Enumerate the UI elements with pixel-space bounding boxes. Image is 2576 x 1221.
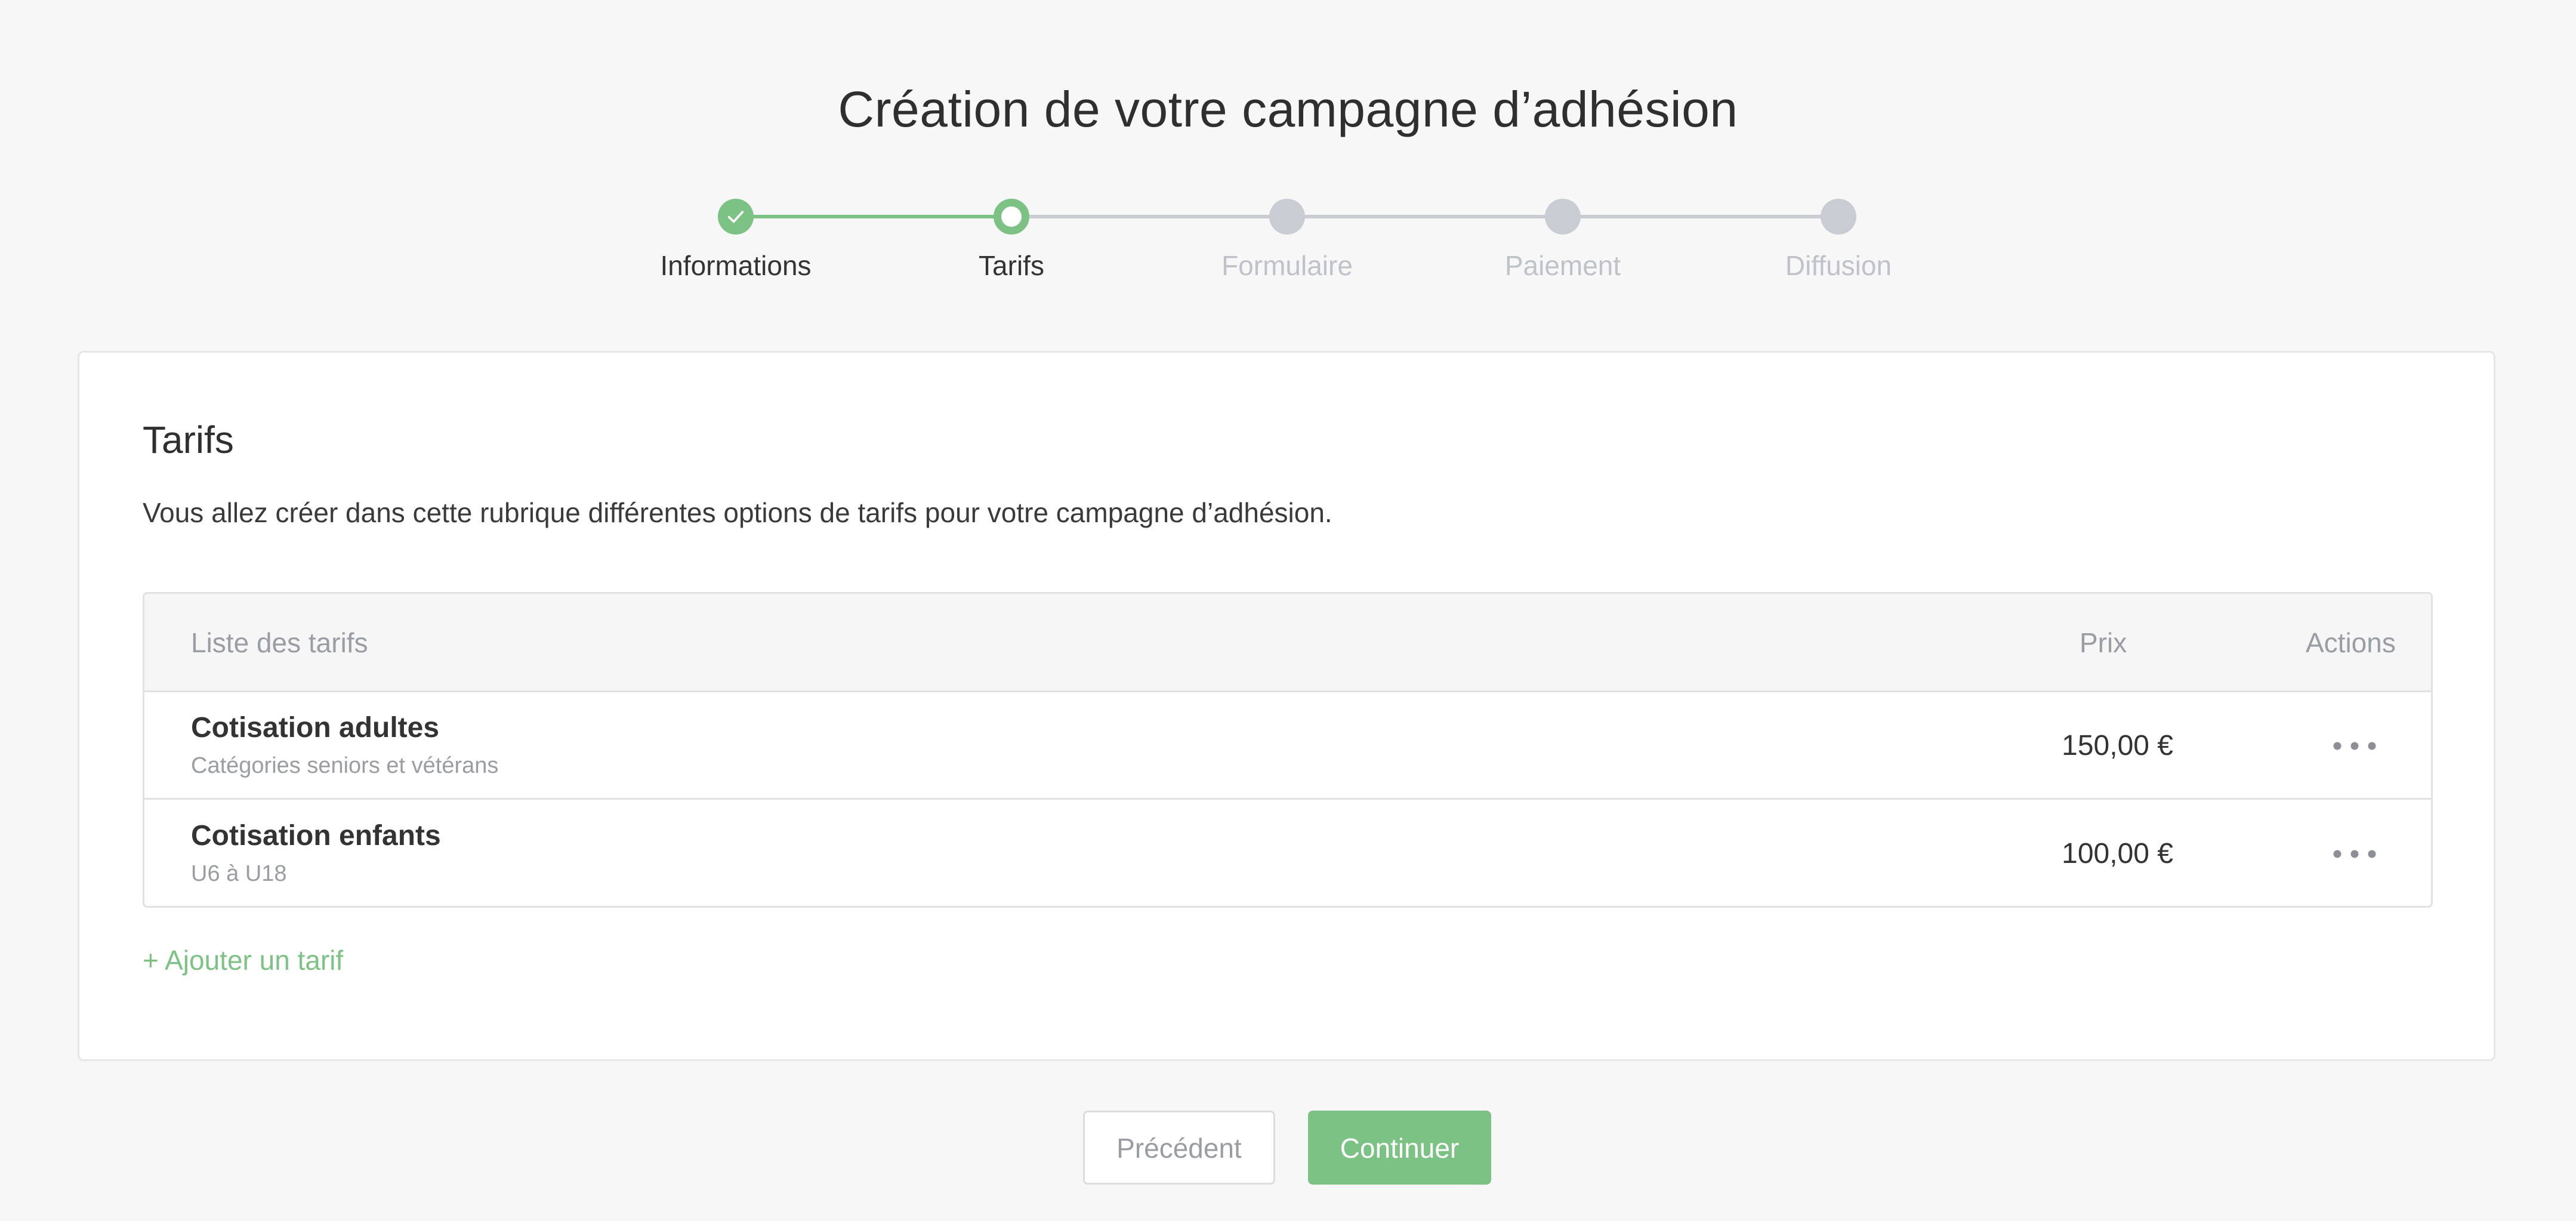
previous-button[interactable]: Précédent (1083, 1111, 1275, 1185)
row-actions-button[interactable] (2307, 728, 2402, 764)
step-informations-label[interactable]: Informations (616, 248, 855, 283)
column-header-name: Liste des tarifs (191, 627, 368, 658)
tarif-subtitle: U6 à U18 (191, 861, 287, 886)
column-header-actions: Actions (2306, 627, 2396, 658)
tarif-price: 150,00 € (2062, 730, 2173, 761)
stepper-connector (1287, 215, 1563, 218)
step-tarifs-marker[interactable] (994, 199, 1029, 235)
progress-stepper: Informations Tarifs Formulaire Paiement … (0, 0, 2576, 298)
step-paiement-marker (1545, 199, 1581, 235)
tarifs-table: Liste des tarifs Prix Actions Cotisation… (143, 592, 2433, 908)
step-diffusion-marker (1821, 199, 1856, 235)
step-formulaire-marker (1269, 199, 1305, 235)
tarif-name: Cotisation enfants (191, 820, 441, 852)
check-icon (727, 211, 744, 223)
section-title: Tarifs (143, 418, 234, 461)
step-informations-marker[interactable] (718, 199, 754, 235)
tarif-name: Cotisation adultes (191, 712, 440, 744)
stepper-connector (1563, 215, 1838, 218)
tarif-subtitle: Catégories seniors et vétérans (191, 753, 499, 778)
tarifs-card: Tarifs Vous allez créer dans cette rubri… (78, 351, 2495, 1061)
table-header: Liste des tarifs Prix Actions (144, 594, 2431, 692)
step-diffusion-label: Diffusion (1785, 250, 1892, 281)
tarif-price: 100,00 € (2062, 838, 2173, 870)
table-row: Cotisation enfants U6 à U18 100,00 € (144, 800, 2431, 906)
stepper-connector-done (736, 215, 1011, 218)
row-actions-button[interactable] (2307, 836, 2402, 872)
stepper-connector (1011, 215, 1287, 218)
section-description: Vous allez créer dans cette rubrique dif… (143, 497, 1332, 528)
continue-button[interactable]: Continuer (1308, 1111, 1491, 1185)
more-horizontal-icon (2333, 742, 2376, 750)
column-header-price: Prix (2080, 627, 2127, 658)
step-paiement-label: Paiement (1504, 250, 1621, 281)
add-tarif-link[interactable]: + Ajouter un tarif (143, 942, 343, 978)
step-tarifs-label[interactable]: Tarifs (892, 248, 1131, 283)
step-formulaire-label: Formulaire (1221, 250, 1353, 281)
more-horizontal-icon (2333, 850, 2376, 858)
table-row: Cotisation adultes Catégories seniors et… (144, 692, 2431, 800)
